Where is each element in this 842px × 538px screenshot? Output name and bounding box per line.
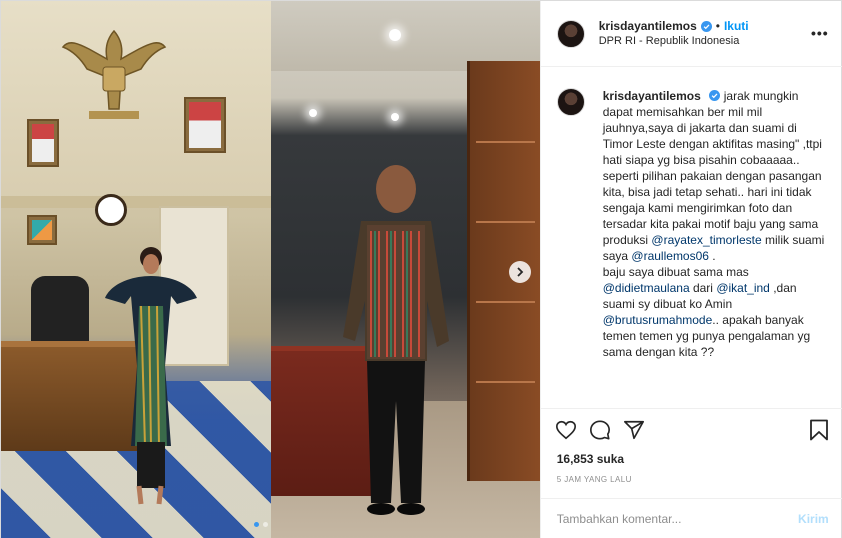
bookmark-icon[interactable]: [809, 419, 829, 441]
post-sidebar: krisdayantilemos • Ikuti DPR RI - Republ…: [539, 1, 842, 538]
post-comment-button[interactable]: Kirim: [798, 512, 829, 526]
caption-segment: dari: [689, 281, 717, 295]
caption-body: jarak mungkin dapat memisahkan ber mil m…: [603, 89, 825, 359]
photo-woman-in-parliament: [1, 1, 271, 538]
verified-badge-icon: [700, 20, 712, 32]
ceiling-light: [391, 113, 399, 121]
caption-segment: .: [708, 249, 716, 263]
carousel-indicator: [254, 522, 268, 527]
chevron-right-icon: [517, 267, 524, 277]
mention-link[interactable]: @ikat_ind: [716, 281, 770, 295]
garuda-emblem: [61, 29, 167, 119]
caption-section: krisdayantilemos jarak mungkin dapat memi…: [541, 68, 842, 408]
username-link[interactable]: krisdayantilemos: [599, 19, 697, 34]
instagram-post: krisdayantilemos • Ikuti DPR RI - Republ…: [0, 0, 842, 538]
caption-segment: baju saya dibuat sama mas: [602, 265, 749, 279]
follow-button[interactable]: Ikuti: [724, 19, 749, 34]
carousel-dot: [263, 522, 268, 527]
caption-username-link[interactable]: krisdayantilemos: [603, 89, 701, 103]
poster-frame: [27, 215, 57, 245]
post-header: krisdayantilemos • Ikuti DPR RI - Republ…: [540, 1, 842, 67]
post-media[interactable]: [1, 1, 540, 538]
verified-badge-icon: [708, 90, 720, 101]
like-count[interactable]: 16,853 suka: [557, 452, 624, 466]
action-bar: 16,853 suka 5 JAM YANG LALU: [540, 408, 842, 498]
paper-plane-icon[interactable]: [623, 419, 645, 441]
comment-input[interactable]: [556, 512, 799, 526]
woman-figure: [105, 247, 197, 505]
heart-icon[interactable]: [555, 419, 577, 441]
comment-bubble-icon[interactable]: [589, 419, 611, 441]
office-chair: [31, 276, 89, 346]
wall-band: [1, 196, 271, 208]
location-link[interactable]: DPR RI - Republik Indonesia: [599, 35, 749, 49]
caption-text: krisdayantilemos jarak mungkin dapat memi…: [603, 88, 827, 408]
portrait-frame-left: [27, 119, 59, 167]
post-timestamp[interactable]: 5 JAM YANG LALU: [557, 475, 632, 484]
photo-man-in-office: [271, 1, 540, 538]
more-options-button[interactable]: •••: [811, 25, 829, 41]
mention-link[interactable]: @rayatex_timorleste: [651, 233, 761, 247]
mention-link[interactable]: @didietmaulana: [603, 281, 690, 295]
mention-link[interactable]: @brutusrumahmode: [603, 313, 713, 327]
carousel-next-button[interactable]: [509, 261, 531, 283]
wall-clock: [95, 194, 127, 226]
comment-form: Kirim: [540, 498, 842, 538]
portrait-frame-right: [184, 97, 226, 153]
avatar[interactable]: [556, 88, 585, 116]
mention-link[interactable]: @raullemos06: [631, 249, 709, 263]
ceiling-light: [309, 109, 317, 117]
carousel-dot-active: [254, 522, 259, 527]
avatar[interactable]: [556, 19, 585, 48]
ceiling-light: [389, 29, 401, 41]
separator-dot: •: [715, 18, 720, 33]
man-figure: [343, 165, 449, 515]
